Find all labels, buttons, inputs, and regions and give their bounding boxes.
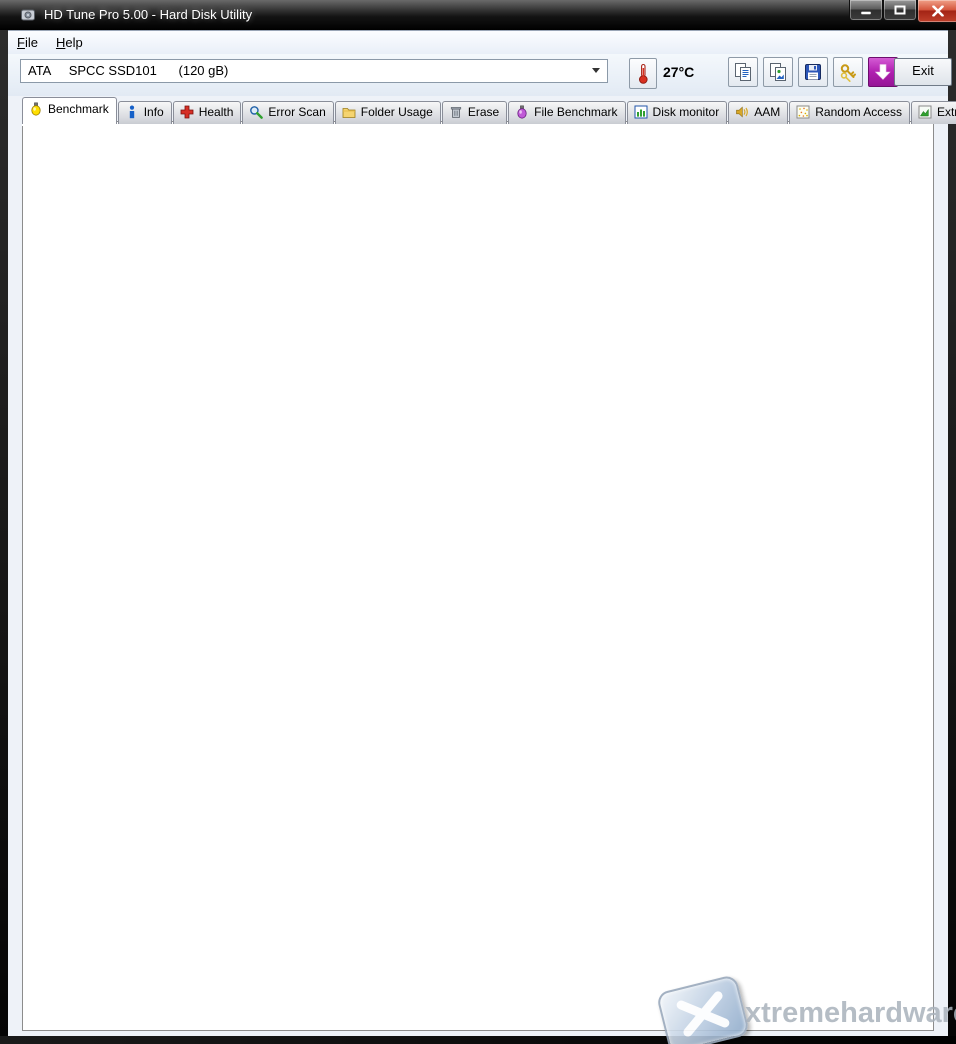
tab-error-scan[interactable]: Error Scan (242, 101, 333, 124)
tab-label: Extra tests (937, 105, 956, 119)
extra-tests-icon (918, 105, 932, 119)
tab-label: AAM (754, 105, 780, 119)
combobox-arrow-icon[interactable] (592, 68, 600, 73)
minimize-button[interactable] (849, 0, 883, 21)
toolbar: ATA SPCC SSD101 (120 gB) 27°C Exit (8, 54, 948, 96)
disk-monitor-icon (634, 105, 648, 119)
file-benchmark-icon (515, 105, 529, 119)
info-icon (125, 105, 139, 119)
tab-strip: Benchmark Info Health Error Scan Folder Usag… (22, 97, 934, 121)
erase-icon (449, 105, 463, 119)
save-button[interactable] (798, 57, 828, 87)
window-frame-left (0, 30, 8, 1036)
maximize-button[interactable] (883, 0, 917, 21)
tab-label: File Benchmark (534, 105, 617, 119)
tab-label: Erase (468, 105, 499, 119)
tab-disk-monitor[interactable]: Disk monitor (627, 101, 728, 124)
tab-benchmark[interactable]: Benchmark (22, 97, 117, 124)
tab-info[interactable]: Info (118, 101, 172, 124)
tab-file-benchmark[interactable]: File Benchmark (508, 101, 625, 124)
benchmark-panel (22, 121, 934, 1031)
tab-label: Health (199, 105, 234, 119)
window-frame-bottom (0, 1036, 956, 1044)
drive-select-combobox[interactable]: ATA SPCC SSD101 (120 gB) (20, 59, 608, 83)
tab-label: Benchmark (48, 102, 109, 116)
tab-label: Error Scan (268, 105, 325, 119)
error-scan-icon (249, 105, 263, 119)
temperature-value: 27°C (663, 64, 694, 80)
app-window: HD Tune Pro 5.00 - Hard Disk Utility Fil… (0, 0, 956, 1044)
tab-folder-usage[interactable]: Folder Usage (335, 101, 441, 124)
tab-label: Folder Usage (361, 105, 433, 119)
tab-aam[interactable]: AAM (728, 101, 788, 124)
tab-label: Random Access (815, 105, 902, 119)
menu-file[interactable]: File (8, 31, 47, 50)
aam-icon (735, 105, 749, 119)
window-frame-right (948, 30, 956, 1036)
tab-erase[interactable]: Erase (442, 101, 507, 124)
benchmark-icon (29, 102, 43, 116)
tab-health[interactable]: Health (173, 101, 242, 124)
health-icon (180, 105, 194, 119)
tab-random-access[interactable]: Random Access (789, 101, 910, 124)
app-icon (20, 7, 36, 23)
close-button[interactable] (917, 0, 956, 23)
tab-label: Disk monitor (653, 105, 720, 119)
copy-screenshot-button[interactable] (763, 57, 793, 87)
temperature-button[interactable] (629, 58, 657, 89)
copy-text-button[interactable] (728, 57, 758, 87)
menu-bar: FileHelp (8, 31, 948, 55)
folder-icon (342, 105, 356, 119)
menu-help[interactable]: Help (47, 31, 92, 50)
exit-button[interactable]: Exit (894, 58, 952, 86)
random-access-icon (796, 105, 810, 119)
tab-extra-tests[interactable]: Extra tests (911, 101, 956, 124)
title-bar: HD Tune Pro 5.00 - Hard Disk Utility (0, 0, 956, 30)
tab-label: Info (144, 105, 164, 119)
window-title: HD Tune Pro 5.00 - Hard Disk Utility (44, 7, 252, 22)
options-button[interactable] (833, 57, 863, 87)
